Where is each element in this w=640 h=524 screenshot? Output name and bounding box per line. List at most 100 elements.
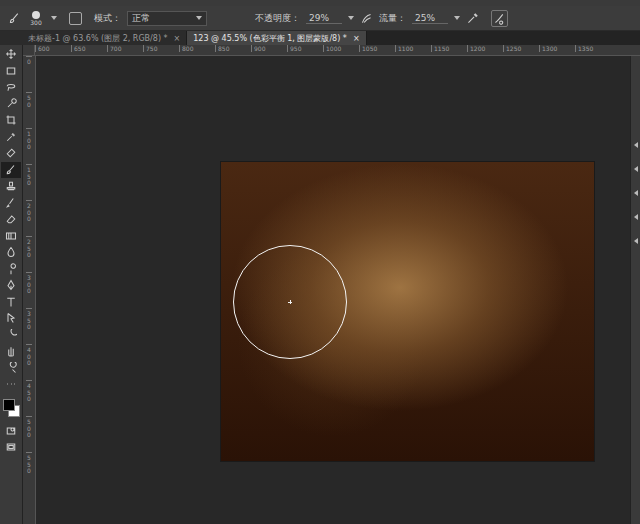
flow-label: 流量：	[379, 12, 406, 25]
stamp-icon	[5, 180, 17, 192]
ruler-label: 1150	[431, 45, 467, 52]
ruler-label: 1350	[575, 45, 611, 52]
ruler-label: 600	[35, 45, 71, 52]
tool-button[interactable]	[1, 211, 21, 228]
tool-button[interactable]	[1, 46, 21, 63]
tab-close-button[interactable]: ×	[174, 34, 181, 43]
blur-icon	[5, 246, 17, 258]
tool-button[interactable]	[1, 343, 21, 360]
screen-mode-button[interactable]	[1, 439, 21, 456]
tool-button[interactable]	[1, 261, 21, 278]
ruler-label: 700	[107, 45, 143, 52]
ruler-label: 300	[26, 272, 32, 308]
tool-button[interactable]	[1, 178, 21, 195]
tool-button[interactable]	[1, 310, 21, 327]
tool-button[interactable]	[1, 145, 21, 162]
tool-button[interactable]	[1, 63, 21, 80]
photoshop-window: 300模式：正常不透明度：29%流量：25%未标题-1 @ 63.6% (图层 …	[0, 0, 640, 524]
tab-label: 未标题-1 @ 63.6% (图层 2, RGB/8) *	[28, 33, 168, 44]
expand-panel-icon[interactable]	[634, 238, 638, 244]
foreground-color-swatch[interactable]	[3, 399, 15, 411]
pressure-opacity-icon[interactable]	[360, 12, 373, 25]
brush-icon	[5, 164, 17, 176]
ruler-label: 1000	[323, 45, 359, 52]
ruler-label: 650	[71, 45, 107, 52]
type-icon	[5, 296, 17, 308]
ruler-label: 150	[26, 164, 32, 200]
shape-icon	[5, 329, 17, 341]
ruler-label: 0	[26, 56, 32, 92]
ruler-label: 1300	[539, 45, 575, 52]
dodge-icon	[5, 263, 17, 275]
expand-panel-icon[interactable]	[634, 214, 638, 220]
tab-close-button[interactable]: ×	[353, 34, 360, 43]
ruler-label: 550	[26, 452, 32, 488]
gradient-icon	[5, 230, 17, 242]
opacity-slider-caret-icon[interactable]	[348, 16, 354, 20]
ruler-label: 50	[26, 92, 32, 128]
ruler-label: 800	[179, 45, 215, 52]
dropdown-caret-icon[interactable]	[51, 16, 57, 20]
ruler-label: 950	[287, 45, 323, 52]
brush-preset-picker[interactable]: 300	[27, 11, 45, 26]
ruler-label: 350	[26, 308, 32, 344]
path-icon	[5, 312, 17, 324]
opacity-label: 不透明度：	[255, 12, 300, 25]
crosshair-icon	[288, 300, 292, 304]
mode-select[interactable]: 正常	[127, 11, 207, 26]
expand-panel-icon[interactable]	[634, 190, 638, 196]
ruler-label: 250	[26, 236, 32, 272]
brush-tool-icon[interactable]	[8, 12, 21, 25]
tool-button[interactable]	[1, 294, 21, 311]
canvas-area	[36, 56, 630, 524]
options-bar: 300模式：正常不透明度：29%流量：25%	[0, 6, 640, 31]
tab-label: 123 @ 45.5% (色彩平衡 1, 图层蒙版/8) *	[193, 33, 347, 44]
tool-button[interactable]	[1, 162, 21, 179]
opacity-field[interactable]: 29%	[306, 13, 342, 24]
expand-panel-icon[interactable]	[634, 142, 638, 148]
expand-panel-icon[interactable]	[634, 166, 638, 172]
brush-size: 300	[30, 19, 41, 26]
document-image[interactable]	[221, 162, 594, 461]
quickselect-icon	[5, 98, 17, 110]
pressure-size-button[interactable]	[491, 10, 508, 27]
tool-button[interactable]	[1, 360, 21, 377]
tool-button[interactable]	[1, 244, 21, 261]
tool-button[interactable]	[1, 228, 21, 245]
ruler-label: 450	[26, 380, 32, 416]
brush-cursor	[233, 245, 347, 359]
hand-icon	[5, 345, 17, 357]
move-icon	[5, 48, 17, 60]
airbrush-icon[interactable]	[466, 12, 479, 25]
vertical-ruler: 050100150200250300350400450500550	[23, 56, 36, 524]
mode-value: 正常	[132, 12, 150, 25]
dropdown-caret-icon	[196, 16, 202, 20]
quick-mask-button[interactable]	[1, 423, 21, 440]
tool-button[interactable]	[1, 79, 21, 96]
ruler-label: 1200	[467, 45, 503, 52]
ruler-label: 1100	[395, 45, 431, 52]
tool-button[interactable]	[1, 129, 21, 146]
marquee-icon	[5, 65, 17, 77]
pen-icon	[5, 279, 17, 291]
tool-button[interactable]	[1, 195, 21, 212]
tool-button[interactable]	[1, 277, 21, 294]
zoom-icon	[5, 362, 17, 374]
ruler-label: 850	[215, 45, 251, 52]
document-tab[interactable]: 123 @ 45.5% (色彩平衡 1, 图层蒙版/8) * ×	[187, 31, 366, 45]
pressure-size-icon	[493, 12, 506, 25]
tool-button[interactable]	[1, 376, 21, 393]
tool-button[interactable]	[1, 112, 21, 129]
flow-slider-caret-icon[interactable]	[454, 16, 460, 20]
history-icon	[5, 197, 17, 209]
ruler-label: 500	[26, 416, 32, 452]
ruler-label: 750	[143, 45, 179, 52]
flow-field[interactable]: 25%	[412, 13, 448, 24]
document-tab[interactable]: 未标题-1 @ 63.6% (图层 2, RGB/8) * ×	[0, 31, 187, 45]
brush-panel-icon[interactable]	[69, 12, 82, 25]
ruler-label: 400	[26, 344, 32, 380]
color-swatches	[2, 397, 20, 419]
tool-button[interactable]	[1, 327, 21, 344]
ruler-label: 900	[251, 45, 287, 52]
tool-button[interactable]	[1, 96, 21, 113]
